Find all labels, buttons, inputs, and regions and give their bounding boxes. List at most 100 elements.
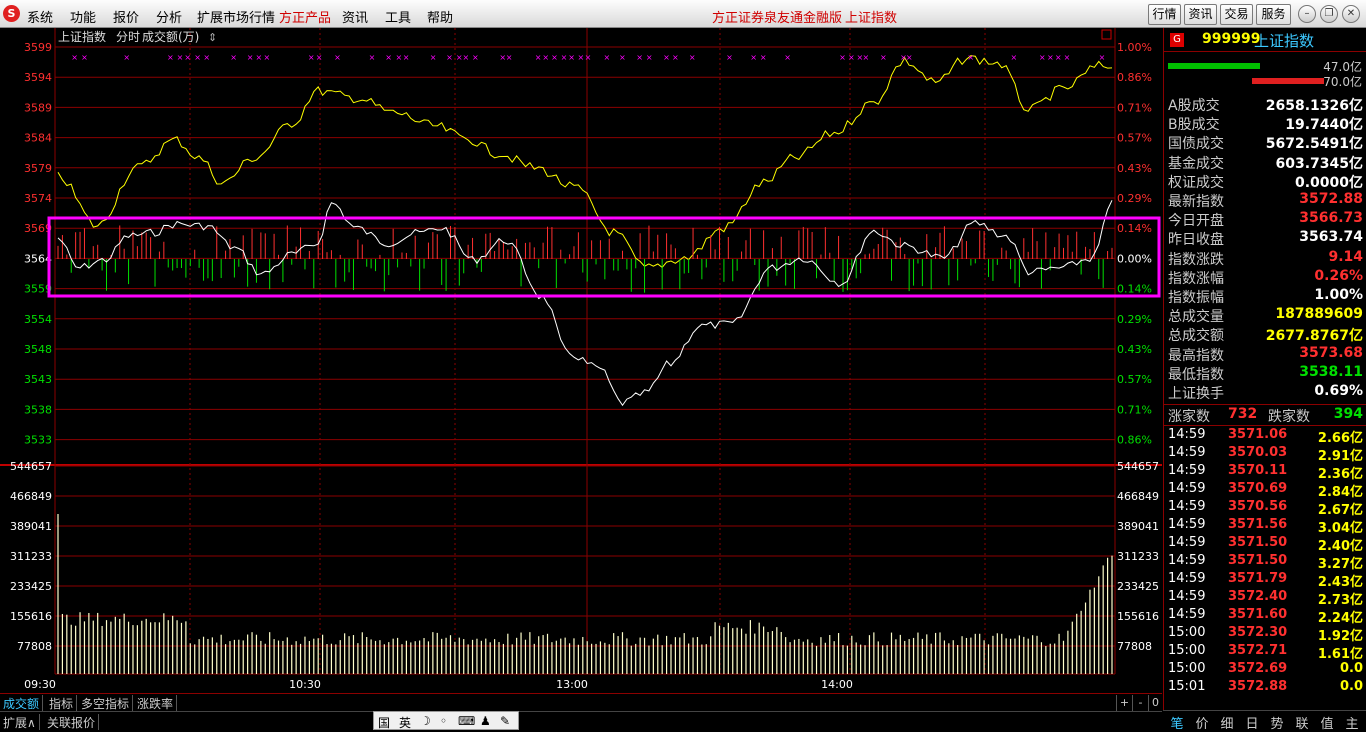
stat-value: 187889609 xyxy=(1275,306,1363,323)
stat-value: 2658.1326亿 xyxy=(1265,98,1363,114)
chart-canvas[interactable]: 3599 1.00% 3594 0.86% 3589 0.71% 3584 0.57% 3579… xyxy=(0,28,1162,693)
menu-function[interactable]: 功能 xyxy=(70,7,96,26)
tab-detail[interactable]: 细 xyxy=(1215,713,1239,732)
menu-extended-market[interactable]: 扩展市场行情 xyxy=(197,7,275,26)
menu-system[interactable]: 系统 xyxy=(27,7,53,26)
intraday-chart[interactable]: 3599 1.00% 3594 0.86% 3589 0.71% 3584 0.57% 3579… xyxy=(0,28,1162,693)
menu-founder-products[interactable]: 方正产品 xyxy=(279,7,331,26)
time-tick-label: 09:30 xyxy=(24,678,56,691)
tab-main[interactable]: 主 xyxy=(1340,713,1364,732)
tab-price[interactable]: 价 xyxy=(1190,713,1214,732)
ime-user-icon[interactable]: ♟ xyxy=(480,714,491,728)
tab-advance-decline[interactable]: 涨跌率 xyxy=(134,695,178,711)
related-quotes-button[interactable]: 关联报价 xyxy=(44,714,100,730)
stat-row: 最新指数 3572.88 xyxy=(1164,191,1366,210)
tick-row: 14:59 3571.56 3.04亿 xyxy=(1164,517,1366,536)
tab-linked[interactable]: 联 xyxy=(1290,713,1314,732)
signal-marker: × xyxy=(1064,53,1071,62)
signal-marker: × xyxy=(760,53,767,62)
volume-tick-label: 389041 xyxy=(10,520,52,533)
tick-time: 14:59 xyxy=(1168,553,1206,568)
pct-tick-label: 0.86% xyxy=(1117,71,1152,84)
restore-icon[interactable]: ❐ xyxy=(1320,5,1338,23)
tick-time: 14:59 xyxy=(1168,535,1206,550)
tick-amount: 2.24亿 xyxy=(1317,611,1363,626)
stat-row: 最低指数 3538.11 xyxy=(1164,364,1366,383)
menu-quote[interactable]: 报价 xyxy=(113,7,139,26)
pct-tick-label: 0.43% xyxy=(1117,162,1152,175)
signal-marker: × xyxy=(506,53,513,62)
tab-trend[interactable]: 势 xyxy=(1265,713,1289,732)
pct-tick-label: 0.86% xyxy=(1117,434,1152,447)
zoom-out-button[interactable]: - xyxy=(1132,695,1148,711)
signal-marker: × xyxy=(264,53,271,62)
tick-price: 3571.60 xyxy=(1228,607,1288,622)
price-tick-label: 3589 xyxy=(24,101,52,114)
tab-trades[interactable]: 笔 xyxy=(1165,713,1189,732)
ime-lang-icon[interactable]: 国 xyxy=(378,714,390,731)
pct-tick-label: 0.29% xyxy=(1117,192,1152,205)
stat-label: 指数涨幅 xyxy=(1168,270,1224,287)
signal-marker: × xyxy=(619,53,626,62)
news-button[interactable]: 资讯 xyxy=(1184,4,1217,25)
stat-row: 指数涨跌 9.14 xyxy=(1164,249,1366,268)
price-line xyxy=(57,200,1113,407)
stat-label: 总成交额 xyxy=(1168,328,1224,345)
ime-settings-icon[interactable]: ✎ xyxy=(500,714,510,728)
signal-marker: × xyxy=(472,53,479,62)
tick-price: 3570.03 xyxy=(1228,445,1288,460)
zoom-in-button[interactable]: + xyxy=(1116,695,1132,711)
menu-tools[interactable]: 工具 xyxy=(385,7,411,26)
menu-bar: S 系统 功能 报价 分析 扩展市场行情 方正产品 资讯 工具 帮助 方正证券泉… xyxy=(0,0,1366,28)
pct-tick-label: 0.43% xyxy=(1117,343,1152,356)
tick-amount: 2.84亿 xyxy=(1317,485,1363,500)
signal-marker: × xyxy=(369,53,376,62)
signal-marker: × xyxy=(430,53,437,62)
app-logo-icon[interactable]: S xyxy=(3,5,20,22)
volume-tick-label-right: 155616 xyxy=(1117,610,1159,623)
ime-keyboard-icon[interactable]: ⌨ xyxy=(458,714,475,728)
stat-row: 指数振幅 1.00% xyxy=(1164,287,1366,306)
market-button[interactable]: 行情 xyxy=(1148,4,1181,25)
menu-help[interactable]: 帮助 xyxy=(427,7,453,26)
price-tick-label: 3579 xyxy=(24,162,52,175)
ime-moon-icon[interactable]: ☽ xyxy=(420,714,431,728)
close-icon[interactable]: ✕ xyxy=(1342,5,1360,23)
menu-news[interactable]: 资讯 xyxy=(342,7,368,26)
tick-amount: 1.61亿 xyxy=(1317,647,1363,662)
tab-indicator[interactable]: 指标 xyxy=(46,695,78,711)
trade-button[interactable]: 交易 xyxy=(1220,4,1253,25)
menu-analysis[interactable]: 分析 xyxy=(156,7,182,26)
ime-punct-icon[interactable]: ◦ xyxy=(440,714,447,728)
reset-button[interactable]: 0 xyxy=(1148,695,1162,711)
signal-marker: × xyxy=(1047,53,1054,62)
service-button[interactable]: 服务 xyxy=(1256,4,1291,25)
volume-tick-label-right: 389041 xyxy=(1117,520,1159,533)
tick-price: 3571.06 xyxy=(1228,427,1288,442)
volume-tick-label-right: 77808 xyxy=(1117,640,1152,653)
signal-marker: × xyxy=(1099,53,1106,62)
tab-daily[interactable]: 日 xyxy=(1240,713,1264,732)
tick-price: 3572.71 xyxy=(1228,643,1288,658)
signal-marker: × xyxy=(71,53,78,62)
stat-label: 今日开盘 xyxy=(1168,213,1224,230)
tick-time: 14:59 xyxy=(1168,571,1206,586)
stat-value: 3572.88 xyxy=(1299,191,1363,207)
signal-marker: × xyxy=(194,53,201,62)
security-name: 上证指数 xyxy=(1254,32,1315,50)
minimize-icon[interactable]: – xyxy=(1298,5,1316,23)
down-volume-value: 70.0亿 xyxy=(1323,75,1362,89)
tab-value[interactable]: 值 xyxy=(1315,713,1339,732)
stat-value: 0.26% xyxy=(1314,267,1363,284)
tab-long-short[interactable]: 多空指标 xyxy=(78,695,134,711)
down-volume-bar xyxy=(1252,78,1324,84)
signal-marker: × xyxy=(1010,53,1017,62)
pct-tick-label: 1.00% xyxy=(1117,41,1152,54)
tab-turnover[interactable]: 成交额 xyxy=(0,695,44,711)
expand-button[interactable]: 扩展∧ xyxy=(0,714,40,730)
stat-value: 603.7345亿 xyxy=(1275,155,1363,172)
tick-row: 14:59 3571.79 2.43亿 xyxy=(1164,571,1366,590)
ime-english-icon[interactable]: 英 xyxy=(399,714,411,731)
tick-row: 15:01 3572.88 0.0 xyxy=(1164,679,1366,697)
signal-marker: × xyxy=(334,53,341,62)
